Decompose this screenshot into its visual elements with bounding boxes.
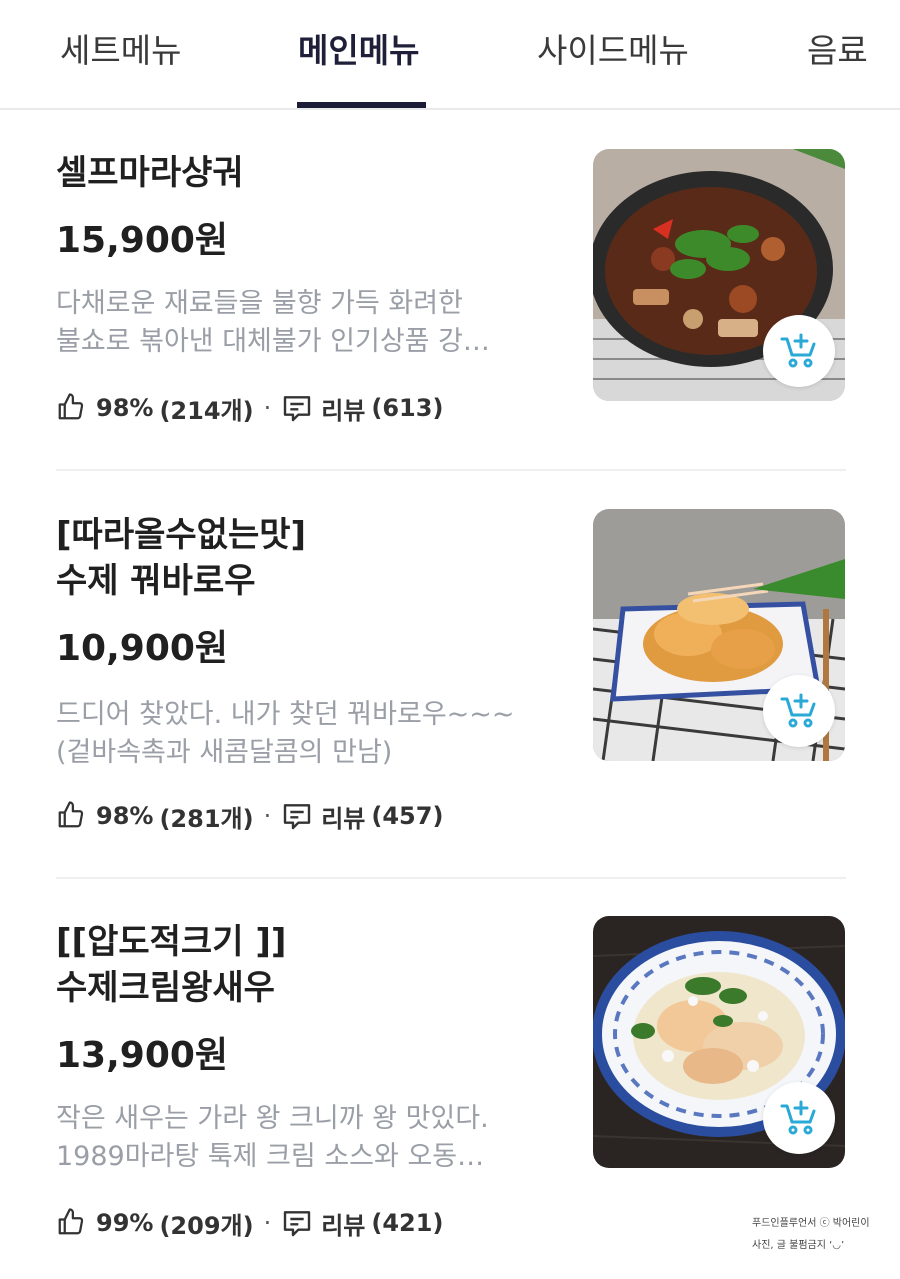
category-tab-bar: 세트메뉴 메인메뉴 사이드메뉴 음료 — [0, 0, 900, 110]
speech-bubble-icon — [281, 800, 313, 832]
separator-dot: · — [263, 802, 272, 830]
like-rate: 98% — [96, 394, 154, 422]
thumbs-up-icon — [56, 392, 88, 424]
like-count: (281개) — [159, 804, 254, 833]
tab-set-menu[interactable]: 세트메뉴 — [60, 24, 181, 72]
menu-item-description: 드디어 찾았다. 내가 찾던 꿔바로우~~~ (겉바속촉과 새콤달콤의 만남) — [56, 699, 515, 768]
menu-item-stats: 99% (209개) · 리뷰 (421) — [56, 1206, 443, 1240]
tab-drinks[interactable]: 음료 — [807, 24, 868, 72]
watermark-line-2: 사진, 글 불펌금지 ‘◡’ — [752, 1240, 845, 1251]
menu-item-description: 다채로운 재료들을 불향 가득 화려한 불쇼로 볶아낸 대체불가 인기상품 강… — [56, 288, 490, 357]
menu-item-photo[interactable] — [593, 149, 845, 401]
menu-item-name: [따라올수없는맛] 수제 꿔바로우 — [56, 515, 307, 601]
thumbs-up-icon — [56, 1207, 88, 1239]
menu-item-name: 셀프마라샹궈 — [56, 153, 244, 193]
item-divider — [56, 469, 846, 471]
menu-item-price: 15,900원 — [56, 220, 229, 261]
tab-side-menu[interactable]: 사이드메뉴 — [537, 24, 689, 72]
menu-item-photo[interactable] — [593, 509, 845, 761]
item-divider — [56, 877, 846, 879]
menu-item-stats: 98% (214개) · 리뷰 (613) — [56, 391, 443, 425]
add-to-cart-icon — [780, 693, 816, 728]
add-to-cart-icon — [780, 1100, 816, 1135]
add-to-cart-button[interactable] — [763, 675, 835, 747]
tab-main-menu[interactable]: 메인메뉴 — [298, 24, 419, 72]
menu-item-photo[interactable] — [593, 916, 845, 1168]
separator-dot: · — [263, 394, 272, 422]
active-tab-indicator — [297, 102, 426, 108]
menu-item-name: [[압도적크기 ]] 수제크림왕새우 — [56, 922, 287, 1008]
review-label[interactable]: 리뷰 — [321, 799, 365, 834]
review-count: (613) — [371, 394, 444, 422]
like-rate: 98% — [96, 802, 154, 830]
review-label[interactable]: 리뷰 — [321, 1206, 365, 1241]
menu-item-description: 작은 새우는 가라 왕 크니까 왕 맛있다. 1989마라탕 툭제 크림 소스와… — [56, 1103, 489, 1172]
like-count: (209개) — [159, 1211, 254, 1240]
separator-dot: · — [263, 1209, 272, 1237]
speech-bubble-icon — [281, 392, 313, 424]
add-to-cart-button[interactable] — [763, 1082, 835, 1154]
review-count: (421) — [371, 1209, 444, 1237]
speech-bubble-icon — [281, 1207, 313, 1239]
like-count: (214개) — [159, 396, 254, 425]
watermark-line-1: 푸드인플루언서 ⓒ 박어린이 — [752, 1218, 870, 1229]
menu-item-stats: 98% (281개) · 리뷰 (457) — [56, 799, 443, 833]
add-to-cart-icon — [780, 333, 816, 368]
thumbs-up-icon — [56, 800, 88, 832]
menu-item-price: 13,900원 — [56, 1035, 229, 1076]
review-label[interactable]: 리뷰 — [321, 391, 365, 426]
like-rate: 99% — [96, 1209, 154, 1237]
add-to-cart-button[interactable] — [763, 315, 835, 387]
menu-item-price: 10,900원 — [56, 628, 229, 669]
review-count: (457) — [371, 802, 444, 830]
